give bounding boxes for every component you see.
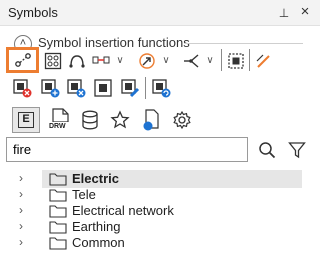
panel-title: Symbols [8,5,58,20]
delete-symbol-button[interactable] [10,76,34,100]
pin-icon[interactable]: ⊥ [276,5,292,21]
toolbar-separator [145,77,146,99]
connect-symbols-button[interactable] [6,47,39,73]
arc-icon [69,54,85,68]
symbol-remove-icon [67,79,86,98]
connect-points-icon [14,53,31,67]
chevron-right-icon[interactable]: › [19,187,29,201]
chevron-right-icon[interactable]: › [19,203,29,217]
tab-favorites[interactable] [106,107,134,133]
chevron-down-icon[interactable]: ∨ [114,49,126,72]
folder-icon [49,205,67,218]
tab-electrical-label: E [18,112,34,128]
tree-item-label: Electric [72,171,119,186]
frame-select-button[interactable] [225,49,247,72]
tab-database[interactable] [76,107,104,133]
tree-item[interactable]: › Common [16,234,306,252]
star-icon [110,110,130,129]
arc-symbol-button[interactable] [66,49,88,72]
tree-item-label: Common [72,235,125,250]
grid-symbol-button[interactable] [42,49,64,72]
edit-symbol-properties-button[interactable] [118,76,142,100]
symbol-add-icon [41,79,60,98]
refresh-symbol-button[interactable] [149,76,173,100]
database-icon [82,110,98,130]
frame-select-icon [228,52,244,69]
remove-symbol-button[interactable] [64,76,88,100]
tab-user-symbols[interactable] [138,107,166,133]
folder-icon [49,237,67,250]
toolbar-separator [249,49,250,71]
filter-button[interactable] [284,137,310,162]
tab-drawing-label: DRW [49,123,66,130]
tab-electrical[interactable]: E [12,107,40,133]
symbol-frame-button[interactable] [91,76,115,100]
edit-symbol-button[interactable] [252,49,274,72]
chevron-right-icon[interactable]: › [19,171,29,185]
tree-item-label: Tele [72,187,96,202]
group-title: Symbol insertion functions [38,35,190,50]
add-symbol-button[interactable] [38,76,62,100]
gear-icon [173,110,191,130]
tab-settings[interactable] [168,107,196,133]
folder-icon [49,189,67,202]
filter-icon [288,141,306,158]
symbol-edit-icon [121,79,140,98]
branch-symbol-button[interactable] [180,49,202,72]
symbol-delete-icon [13,79,32,98]
tree-item-label: Earthing [72,219,121,234]
group-divider [185,43,303,44]
tree-item-label: Electrical network [72,203,174,218]
grid-icon [44,52,62,69]
branch-icon [184,53,199,68]
edit-pencil-icon [256,54,270,68]
symbol-refresh-icon [152,79,171,98]
search-button[interactable] [254,137,280,162]
search-icon [259,141,276,158]
direction-icon [139,52,155,69]
chevron-down-icon[interactable]: ∨ [204,49,216,72]
close-icon[interactable]: × [297,4,313,20]
folder-icon [49,221,67,234]
toolbar-separator [221,49,222,71]
chevron-right-icon[interactable]: › [19,235,29,249]
document-user-icon [143,109,159,131]
symbol-frame-icon [94,79,112,97]
direction-symbol-button[interactable] [136,49,158,72]
terminal-symbol-button[interactable] [90,49,112,72]
folder-icon [49,173,67,186]
chevron-right-icon[interactable]: › [19,219,29,233]
terminal-icon [92,56,110,63]
search-input[interactable] [6,137,248,162]
tab-drawing[interactable]: DRW [46,107,74,133]
chevron-down-icon[interactable]: ∨ [160,49,172,72]
